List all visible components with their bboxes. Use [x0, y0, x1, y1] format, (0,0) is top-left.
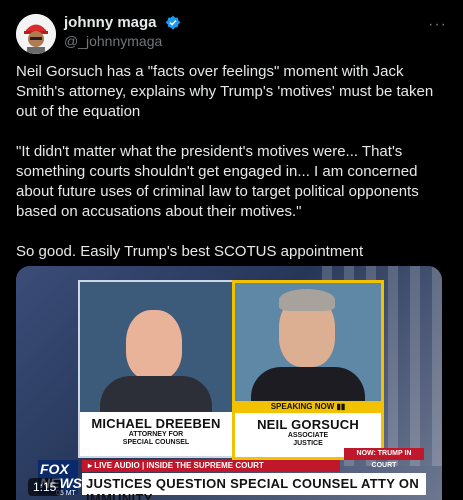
tweet-paragraph-2: "It didn't matter what the president's m…: [16, 143, 419, 220]
tweet-paragraph-1: Neil Gorsuch has a "facts over feelings"…: [16, 63, 434, 120]
speaker-panel-right: SPEAKING NOW ▮▮ NEIL GORSUCH ASSOCIATE J…: [232, 280, 384, 460]
person-hair: [279, 289, 335, 311]
author-name[interactable]: johnny maga: [64, 14, 157, 31]
video-player[interactable]: MICHAEL DREEBEN ATTORNEY FOR SPECIAL COU…: [16, 266, 442, 500]
nameplate-left: MICHAEL DREEBEN ATTORNEY FOR SPECIAL COU…: [80, 412, 232, 456]
left-person-title-1: ATTORNEY FOR: [128, 431, 184, 438]
tweet-paragraph-3: So good. Easily Trump's best SCOTUS appo…: [16, 243, 364, 260]
right-person-title-1: ASSOCIATE: [287, 432, 329, 439]
live-audio-text: ▸ LIVE AUDIO | INSIDE THE SUPREME COURT: [88, 461, 264, 470]
headline-text: JUSTICES QUESTION SPECIAL COUNSEL ATTY O…: [86, 476, 420, 500]
author-avatar[interactable]: [16, 14, 56, 54]
video-timestamp: 1:15: [28, 478, 62, 496]
author-handle[interactable]: @_johnnymaga: [64, 33, 162, 49]
person-face: [126, 310, 182, 380]
speaking-now-text: SPEAKING NOW: [270, 402, 335, 411]
live-audio-label: LIVE AUDIO | INSIDE THE SUPREME COURT: [94, 461, 264, 470]
left-person-name: MICHAEL DREEBEN: [91, 416, 221, 431]
avatar-icon: [16, 14, 56, 54]
right-person-name: NEIL GORSUCH: [257, 417, 359, 432]
left-person-title-2: SPECIAL COUNSEL: [122, 439, 190, 446]
right-person-title-2: JUSTICE: [293, 440, 323, 447]
speaker-panel-left: MICHAEL DREEBEN ATTORNEY FOR SPECIAL COU…: [78, 280, 234, 458]
tweet-body: Neil Gorsuch has a "facts over feelings"…: [16, 62, 446, 282]
person-robe: [251, 367, 365, 401]
speaking-now-label: SPEAKING NOW ▮▮: [235, 401, 381, 413]
fox-logo-line1: FOX: [40, 461, 69, 477]
verified-badge-icon: [165, 15, 181, 30]
tweet: johnny maga @_johnnymaga ··· Neil Gorsuc…: [0, 0, 463, 500]
now-trump-label: NOW: TRUMP IN COURT: [344, 448, 424, 469]
more-options-icon[interactable]: ···: [428, 16, 447, 34]
person-suit: [100, 376, 212, 412]
